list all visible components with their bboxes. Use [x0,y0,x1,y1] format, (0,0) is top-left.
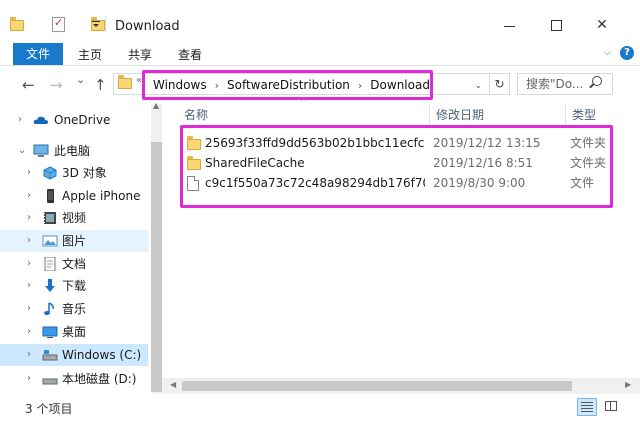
chevron-right-icon[interactable]: › [27,368,31,390]
chevron-right-icon[interactable]: › [27,344,31,366]
nav-label: 图片 [62,234,87,248]
chevron-down-icon[interactable]: ⌄ [18,140,26,162]
nav-scrollbar-thumb[interactable] [151,142,162,392]
address-row: ← → ⌄ ↑ « Windows › SoftwareDistribution… [0,66,640,104]
minimize-icon [504,26,515,27]
cloud-icon [33,116,48,124]
drive-icon [42,350,58,361]
properties-icon[interactable] [52,16,65,32]
back-button[interactable]: ← [22,76,35,94]
video-icon [44,212,56,224]
chevron-right-icon[interactable]: › [27,275,31,297]
breadcrumb: Windows › SoftwareDistribution › Downloa… [142,70,433,100]
computer-icon [33,144,49,157]
desktop-icon [42,326,58,338]
nav-label: OneDrive [54,113,111,127]
column-header-name[interactable]: 名称 [178,104,430,126]
nav-item-apple-iphone[interactable]: › Apple iPhone [0,185,148,207]
details-view-button[interactable] [577,398,597,416]
phone-icon [47,189,54,203]
ribbon-toggle-icon[interactable]: ⌵ [604,48,611,58]
ribbon: 文件 主页 共享 查看 ⌵ ? [0,40,640,66]
breadcrumb-windows[interactable]: Windows [153,78,207,92]
nav-item-this-pc[interactable]: ⌄ 此电脑 [0,140,148,162]
nav-label: 此电脑 [54,144,91,158]
details-view-icon [581,402,593,412]
breadcrumb-download[interactable]: Download [370,78,430,92]
nav-item-videos[interactable]: › 视频 [0,207,148,229]
horizontal-scrollbar[interactable]: ◀ ▶ [162,378,640,394]
status-bar: 3 个项目 [0,394,640,436]
title-bar: Download ✕ [0,0,640,40]
highlight-box [180,125,613,208]
scroll-left-icon[interactable]: ◀ [170,380,176,389]
chevron-right-icon[interactable]: › [27,185,31,207]
divider [105,16,106,32]
breadcrumb-softwaredistribution[interactable]: SoftwareDistribution [227,78,350,92]
nav-label: Windows (C:) [62,348,142,362]
drive-icon [42,378,58,385]
nav-item-local-disk-d[interactable]: › 本地磁盘 (D:) [0,368,148,390]
refresh-button[interactable]: ↻ [490,73,510,95]
item-count: 3 个项目 [25,402,73,416]
large-icons-view-button[interactable] [602,398,622,416]
cube-icon [43,166,57,180]
horizontal-scrollbar-thumb[interactable] [182,381,572,391]
nav-label: Apple iPhone [62,189,141,203]
nav-label: 桌面 [62,325,87,339]
chevron-right-icon[interactable]: › [27,230,31,252]
nav-item-documents[interactable]: › 文档 [0,253,148,275]
folder-icon [118,75,132,89]
tab-file[interactable]: 文件 [13,43,63,65]
download-icon [45,279,55,292]
maximize-button[interactable] [537,12,577,38]
nav-item-music[interactable]: › 音乐 [0,298,148,320]
customize-toolbar-icon[interactable] [92,21,100,27]
chevron-right-icon[interactable]: › [27,207,31,229]
nav-item-downloads[interactable]: › 下载 [0,275,148,297]
column-header-type[interactable]: 类型 [566,104,640,126]
nav-label: 视频 [62,211,87,225]
tab-share[interactable]: 共享 [120,44,160,66]
scroll-up-icon[interactable]: ▲ [153,101,159,110]
large-icons-view-icon [605,401,617,411]
picture-icon [42,235,58,247]
nav-label: 音乐 [62,302,87,316]
nav-label: 本地磁盘 (D:) [62,372,137,386]
close-button[interactable]: ✕ [582,12,622,38]
navigation-pane: › OneDrive ⌄ 此电脑 › 3D 对象 › Apple iPhone … [0,104,162,394]
nav-label: 文档 [62,257,87,271]
chevron-right-icon[interactable]: › [27,298,31,320]
nav-item-desktop[interactable]: › 桌面 [0,321,148,343]
tab-home[interactable]: 主页 [70,44,110,66]
search-icon[interactable] [592,76,602,86]
chevron-right-icon[interactable]: › [27,321,31,343]
nav-item-3d-objects[interactable]: › 3D 对象 [0,162,148,184]
up-button[interactable]: ↑ [94,76,107,94]
folder-icon [10,17,24,31]
window-title: Download [115,19,180,34]
chevron-right-icon[interactable]: › [27,162,31,184]
minimize-button[interactable] [490,12,530,38]
maximize-icon [551,20,562,31]
column-header-date[interactable]: 修改日期 [430,104,566,126]
recent-locations-button[interactable]: ⌄ [76,73,85,86]
nav-label: 3D 对象 [62,166,107,180]
chevron-right-icon[interactable]: › [215,79,219,92]
chevron-right-icon[interactable]: › [27,253,31,275]
nav-item-onedrive[interactable]: › OneDrive [0,109,148,131]
help-icon[interactable]: ? [620,46,634,60]
nav-item-pictures[interactable]: › 图片 [0,230,148,252]
document-icon [44,257,56,271]
scroll-right-icon[interactable]: ▶ [625,380,631,389]
chevron-right-icon[interactable]: › [18,109,22,131]
nav-scrollbar[interactable]: ▲ [151,101,162,394]
address-dropdown-icon[interactable]: ⌄ [475,81,482,90]
nav-label: 下载 [62,279,87,293]
tab-view[interactable]: 查看 [170,44,210,66]
nav-item-windows-c[interactable]: › Windows (C:) [0,344,148,366]
music-icon [44,302,54,315]
forward-button[interactable]: → [50,76,63,94]
chevron-right-icon[interactable]: › [358,79,362,92]
